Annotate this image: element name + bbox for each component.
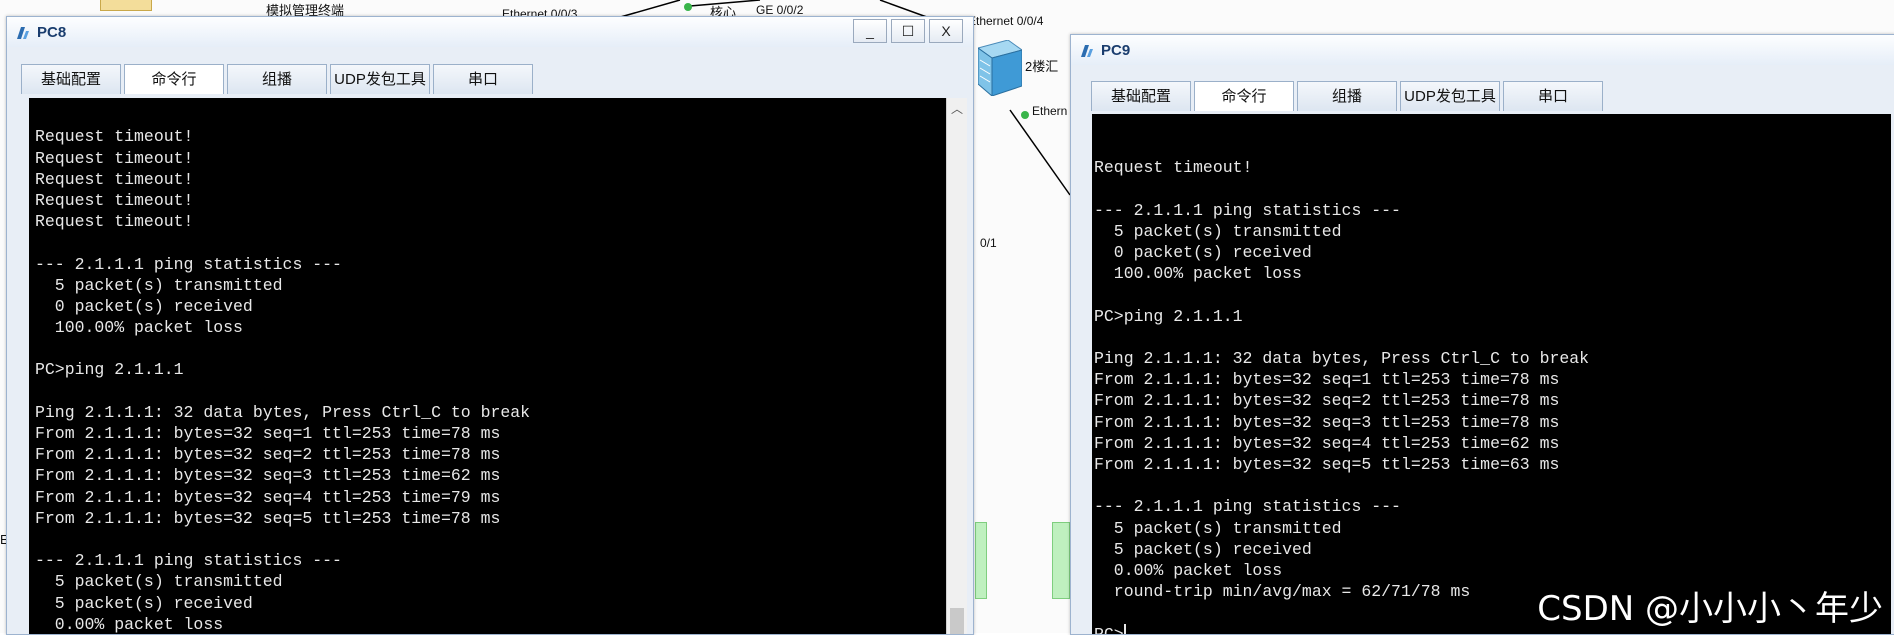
terminal-line: From 2.1.1.1: bytes=32 seq=5 ttl=253 tim… [35,508,501,528]
terminal-line: PC>ping 2.1.1.1 [1094,306,1243,326]
window-title: PC8 [37,24,67,41]
device-note-box [975,522,987,599]
tab-basic-config[interactable]: 基础配置 [1091,81,1191,111]
tab-serial[interactable]: 串口 [433,64,533,94]
terminal-line: Request timeout! [35,148,194,168]
terminal-line: --- 2.1.1.1 ping statistics --- [35,254,342,274]
terminal-line: --- 2.1.1.1 ping statistics --- [1094,497,1401,517]
tab-multicast[interactable]: 组播 [227,64,327,94]
terminal-line: From 2.1.1.1: bytes=32 seq=3 ttl=253 tim… [1094,412,1560,432]
terminal-line: --- 2.1.1.1 ping statistics --- [1094,200,1401,220]
text-cursor [1123,623,1126,634]
tab-basic-config[interactable]: 基础配置 [21,64,121,94]
terminal-line: 5 packet(s) transmitted [35,572,283,592]
pc9-titlebar[interactable]: PC9 [1071,35,1894,65]
terminal-line: 0 packet(s) received [35,296,253,316]
terminal-line: Ping 2.1.1.1: 32 data bytes, Press Ctrl_… [1094,349,1590,369]
pc8-scrollbar[interactable]: ︿ [946,98,967,634]
ge-002-label: GE 0/0/2 [756,3,804,17]
terminal-line: 0 packet(s) received [1094,243,1312,263]
close-button[interactable]: X [929,19,963,43]
pc8-window[interactable]: PC8 _ ☐ X 基础配置 命令行 组播 UDP发包工具 串口 Request… [6,16,974,635]
terminal-line: 5 packet(s) received [1094,539,1312,559]
pc8-titlebar[interactable]: PC8 _ ☐ X [7,17,973,47]
terminal-line: From 2.1.1.1: bytes=32 seq=4 ttl=253 tim… [35,487,501,507]
pc9-tabbar: 基础配置 命令行 组播 UDP发包工具 串口 [1091,81,1603,111]
floor2-switch-label: 2楼汇 [1025,59,1059,74]
eth-004-label: Ethernet 0/0/4 [968,14,1044,28]
link-dot [1021,111,1029,119]
terminal-line: PC>ping 2.1.1.1 [35,360,184,380]
terminal-line: 0.00% packet loss [35,614,224,634]
window-title: PC9 [1101,42,1131,59]
pc8-tabbar: 基础配置 命令行 组播 UDP发包工具 串口 [21,64,533,94]
terminal-line: From 2.1.1.1: bytes=32 seq=2 ttl=253 tim… [1094,391,1560,411]
switch-icon[interactable] [976,39,1024,101]
terminal-line: 5 packet(s) transmitted [1094,518,1342,538]
terminal-output: Request timeout! Request timeout! Request … [35,126,953,634]
terminal-line: From 2.1.1.1: bytes=32 seq=5 ttl=253 tim… [1094,455,1560,475]
ethernet-port-label: Ethern [1032,104,1068,118]
terminal-line: Ping 2.1.1.1: 32 data bytes, Press Ctrl_… [35,402,531,422]
terminal-line: Request timeout! [35,169,194,189]
csdn-watermark: CSDN @小小小丶年少 [1537,588,1883,629]
terminal-line: 100.00% packet loss [35,318,243,338]
link-dot [684,3,692,11]
terminal-line: Request timeout! [35,212,194,232]
tab-udp-tool[interactable]: UDP发包工具 [1400,81,1500,111]
terminal-line: 100.00% packet loss [1094,264,1302,284]
terminal-line: 5 packet(s) transmitted [35,275,283,295]
terminal-output: Request timeout! --- 2.1.1.1 ping statist… [1094,157,1891,634]
tab-udp-tool[interactable]: UDP发包工具 [330,64,430,94]
terminal-line: From 2.1.1.1: bytes=32 seq=2 ttl=253 tim… [35,445,501,465]
device-note-box [1052,522,1070,599]
huawei-ensp-icon [1081,45,1093,57]
terminal-line: 5 packet(s) received [35,593,253,613]
terminal-line: Request timeout! [1094,158,1253,178]
pc9-terminal[interactable]: Request timeout! --- 2.1.1.1 ping statist… [1092,114,1891,634]
port-01-label: 0/1 [980,236,997,250]
terminal-line: From 2.1.1.1: bytes=32 seq=1 ttl=253 tim… [35,424,501,444]
terminal-line: From 2.1.1.1: bytes=32 seq=4 ttl=253 tim… [1094,433,1560,453]
terminal-line: Request timeout! [35,190,194,210]
pc9-window[interactable]: PC9 基础配置 命令行 组播 UDP发包工具 串口 Request timeo… [1070,34,1894,635]
terminal-line: From 2.1.1.1: bytes=32 seq=3 ttl=253 tim… [35,466,501,486]
maximize-button[interactable]: ☐ [891,19,925,43]
pc8-terminal[interactable]: Request timeout! Request timeout! Request … [29,98,953,634]
scroll-thumb[interactable] [950,608,964,634]
tab-command-line[interactable]: 命令行 [1194,81,1294,111]
terminal-line: 5 packet(s) transmitted [1094,221,1342,241]
terminal-line: From 2.1.1.1: bytes=32 seq=1 ttl=253 tim… [1094,370,1560,390]
tab-serial[interactable]: 串口 [1503,81,1603,111]
tab-multicast[interactable]: 组播 [1297,81,1397,111]
terminal-line: 0.00% packet loss [1094,560,1283,580]
tab-command-line[interactable]: 命令行 [124,64,224,94]
scroll-up-icon[interactable]: ︿ [947,98,967,120]
terminal-line: --- 2.1.1.1 ping statistics --- [35,551,342,571]
terminal-line: Request timeout! [35,127,194,147]
minimize-button[interactable]: _ [853,19,887,43]
huawei-ensp-icon [17,27,29,39]
